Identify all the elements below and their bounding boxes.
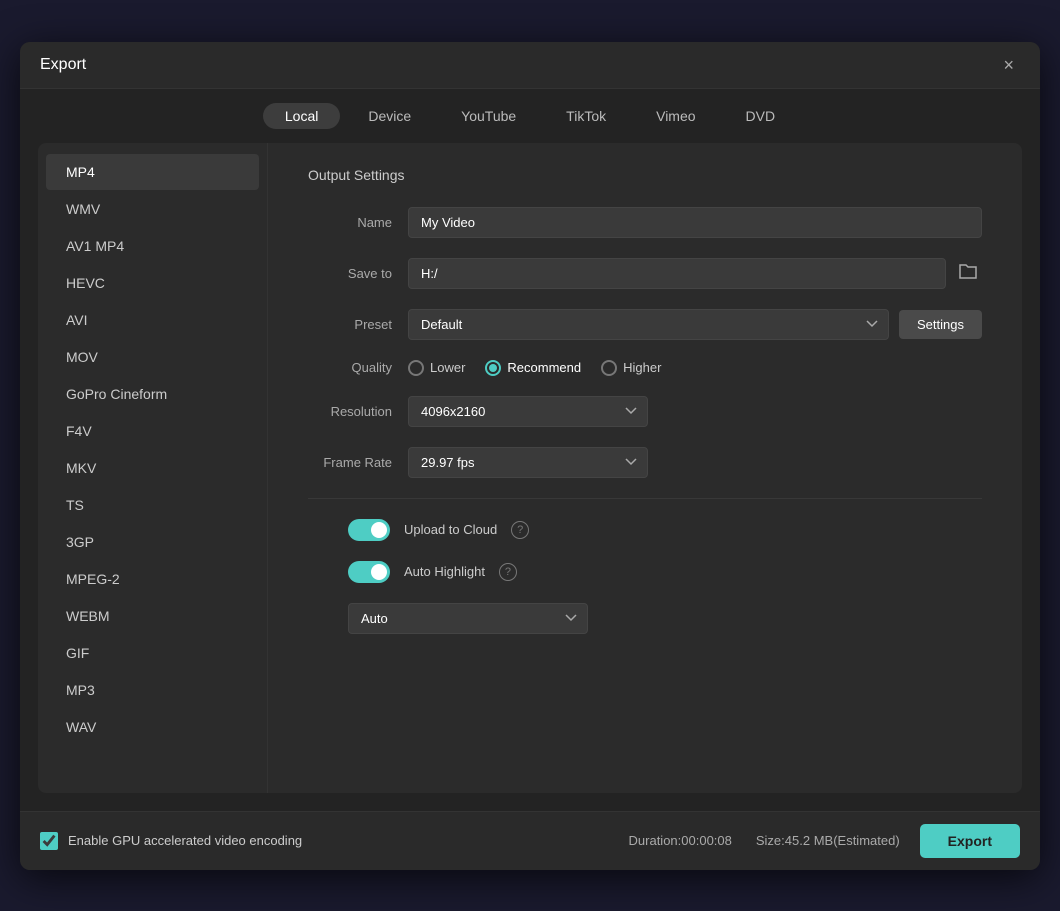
quality-lower-label: Lower [430,360,465,375]
auto-highlight-select[interactable]: Auto Manual [348,603,588,634]
upload-cloud-label: Upload to Cloud [404,522,497,537]
name-row: Name [308,207,982,238]
tab-vimeo[interactable]: Vimeo [634,103,717,129]
name-input[interactable] [408,207,982,238]
settings-panel: Output Settings Name Save to [268,143,1022,793]
upload-cloud-toggle[interactable] [348,519,390,541]
save-to-input-group [408,258,982,289]
dialog-title: Export [40,56,86,74]
save-to-input[interactable] [408,258,946,289]
frame-rate-select[interactable]: 29.97 fps 25 fps 24 fps 60 fps [408,447,648,478]
upload-cloud-row: Upload to Cloud ? [308,519,982,541]
preset-label: Preset [308,317,408,332]
resolution-select[interactable]: 4096x2160 1920x1080 1280x720 854x480 [408,396,648,427]
resolution-label: Resolution [308,404,408,419]
upload-cloud-track[interactable] [348,519,390,541]
format-item-3gp[interactable]: 3GP [46,524,259,560]
format-item-mp4[interactable]: MP4 [46,154,259,190]
quality-higher-label: Higher [623,360,661,375]
gpu-label[interactable]: Enable GPU accelerated video encoding [68,833,302,848]
tab-youtube[interactable]: YouTube [439,103,538,129]
quality-higher-option[interactable]: Higher [601,360,661,376]
browse-folder-button[interactable] [954,258,982,289]
tabs-bar: Local Device YouTube TikTok Vimeo DVD [20,89,1040,143]
auto-highlight-thumb [371,564,387,580]
name-label: Name [308,215,408,230]
format-item-wav[interactable]: WAV [46,709,259,745]
upload-cloud-thumb [371,522,387,538]
tab-tiktok[interactable]: TikTok [544,103,628,129]
footer-info: Duration:00:00:08 Size:45.2 MB(Estimated… [629,833,900,848]
divider [308,498,982,499]
quality-lower-option[interactable]: Lower [408,360,465,376]
format-item-mp3[interactable]: MP3 [46,672,259,708]
quality-options: Lower Recommend Higher [408,360,982,376]
format-item-gopro[interactable]: GoPro Cineform [46,376,259,412]
frame-rate-row: Frame Rate 29.97 fps 25 fps 24 fps 60 fp… [308,447,982,478]
quality-row: Quality Lower Recommend Higher [308,360,982,376]
resolution-row: Resolution 4096x2160 1920x1080 1280x720 … [308,396,982,427]
quality-recommend-radio[interactable] [485,360,501,376]
tab-device[interactable]: Device [346,103,433,129]
format-item-av1mp4[interactable]: AV1 MP4 [46,228,259,264]
export-dialog: Export × Local Device YouTube TikTok Vim… [20,42,1040,870]
preset-input-group: Default High Quality Low Quality Setting… [408,309,982,340]
quality-label: Quality [308,360,408,375]
dialog-header: Export × [20,42,1040,89]
settings-button[interactable]: Settings [899,310,982,339]
duration-label: Duration:00:00:08 [629,833,732,848]
size-label: Size:45.2 MB(Estimated) [756,833,900,848]
dialog-body: MP4 WMV AV1 MP4 HEVC AVI MOV GoPro Cinef… [38,143,1022,793]
format-item-avi[interactable]: AVI [46,302,259,338]
format-item-mkv[interactable]: MKV [46,450,259,486]
auto-highlight-help-icon[interactable]: ? [499,563,517,581]
quality-lower-radio[interactable] [408,360,424,376]
auto-highlight-row: Auto Highlight ? [308,561,982,583]
format-item-mov[interactable]: MOV [46,339,259,375]
save-to-label: Save to [308,266,408,281]
format-list: MP4 WMV AV1 MP4 HEVC AVI MOV GoPro Cinef… [38,143,268,793]
tab-dvd[interactable]: DVD [724,103,798,129]
gpu-checkbox[interactable] [40,832,58,850]
save-to-row: Save to [308,258,982,289]
close-button[interactable]: × [997,54,1020,76]
format-item-webm[interactable]: WEBM [46,598,259,634]
export-button[interactable]: Export [920,824,1020,858]
section-title: Output Settings [308,167,982,183]
preset-select[interactable]: Default High Quality Low Quality [408,309,889,340]
tab-local[interactable]: Local [263,103,340,129]
format-item-hevc[interactable]: HEVC [46,265,259,301]
format-item-gif[interactable]: GIF [46,635,259,671]
upload-cloud-help-icon[interactable]: ? [511,521,529,539]
preset-row: Preset Default High Quality Low Quality … [308,309,982,340]
gpu-checkbox-wrap: Enable GPU accelerated video encoding [40,832,629,850]
quality-recommend-option[interactable]: Recommend [485,360,581,376]
format-item-ts[interactable]: TS [46,487,259,523]
auto-highlight-toggle[interactable] [348,561,390,583]
format-item-mpeg2[interactable]: MPEG-2 [46,561,259,597]
auto-highlight-label: Auto Highlight [404,564,485,579]
format-item-wmv[interactable]: WMV [46,191,259,227]
dialog-footer: Enable GPU accelerated video encoding Du… [20,811,1040,870]
auto-highlight-track[interactable] [348,561,390,583]
format-item-f4v[interactable]: F4V [46,413,259,449]
frame-rate-label: Frame Rate [308,455,408,470]
quality-recommend-label: Recommend [507,360,581,375]
quality-higher-radio[interactable] [601,360,617,376]
